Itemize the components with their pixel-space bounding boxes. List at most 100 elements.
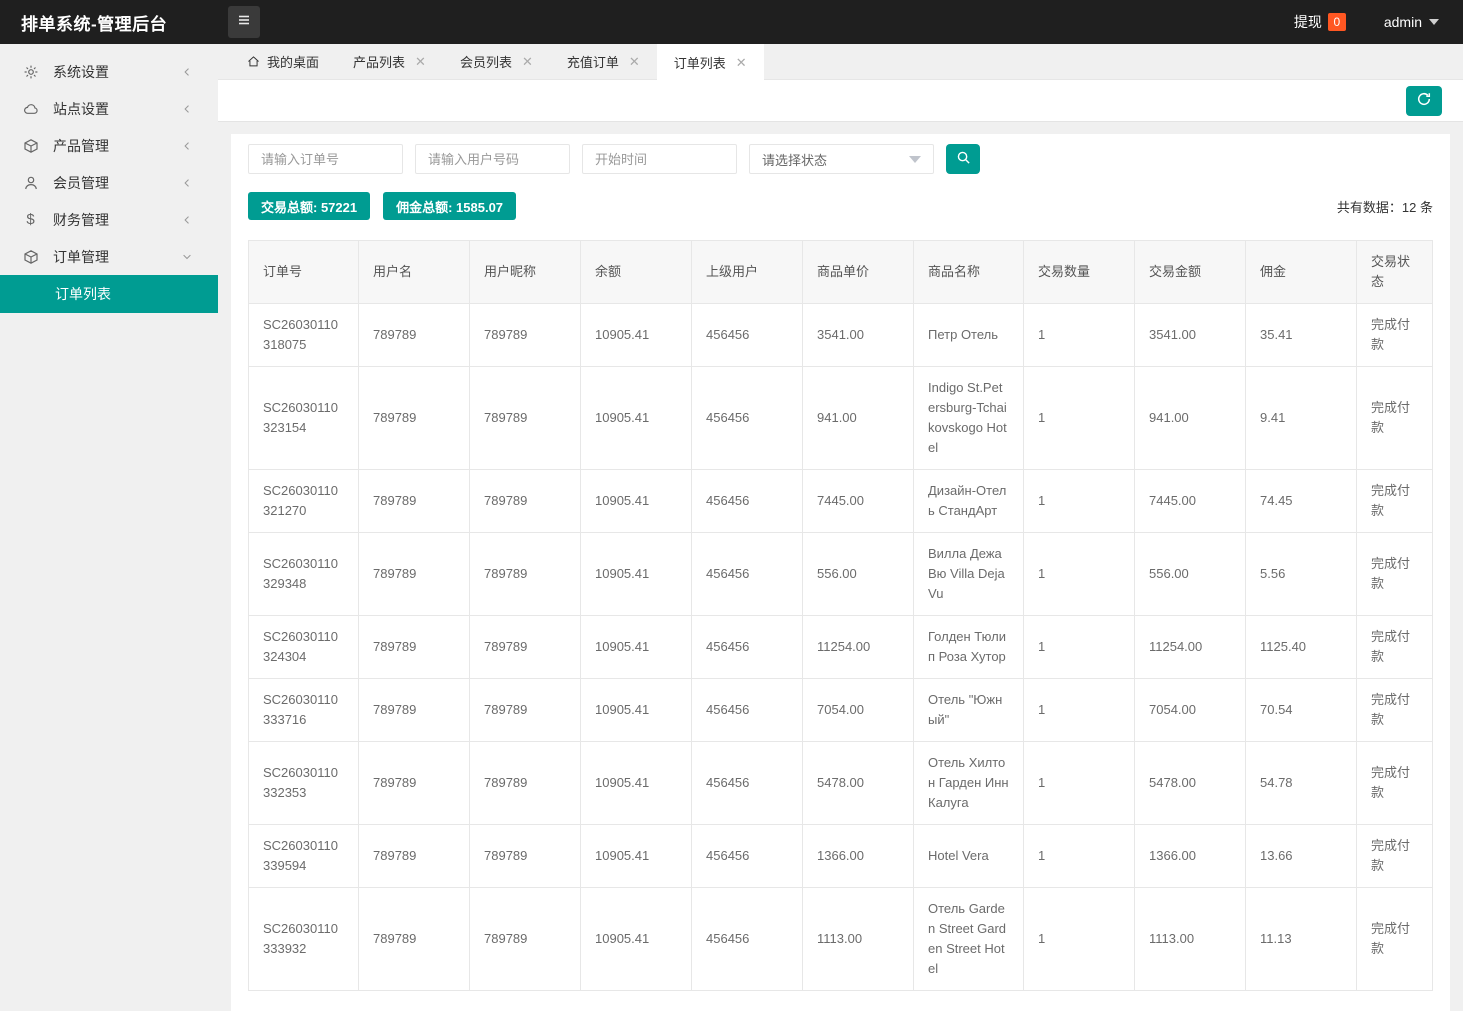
username: admin — [1384, 14, 1422, 30]
cell-username: 789789 — [359, 742, 470, 825]
cell-product-name: Петр Отель — [914, 304, 1024, 367]
top-bar: 排单系统-管理后台 提现 0 admin — [0, 0, 1463, 44]
cell-amount: 7445.00 — [1135, 470, 1246, 533]
cell-balance: 10905.41 — [581, 616, 692, 679]
table-row: SC26030110323154 789789 789789 10905.41 … — [249, 367, 1433, 470]
sidebar-item-site-settings[interactable]: 站点设置 — [0, 90, 218, 127]
cell-amount: 7054.00 — [1135, 679, 1246, 742]
tab-label: 充值订单 — [567, 52, 619, 71]
cell-commission: 35.41 — [1246, 304, 1357, 367]
tab-recharge-orders[interactable]: 充值订单 ✕ — [550, 44, 657, 79]
cell-unit-price: 3541.00 — [803, 304, 914, 367]
cell-balance: 10905.41 — [581, 304, 692, 367]
refresh-button[interactable] — [1406, 86, 1442, 116]
sidebar-item-label: 订单管理 — [53, 247, 181, 267]
tab-member-list[interactable]: 会员列表 ✕ — [443, 44, 550, 79]
sidebar-item-product-management[interactable]: 产品管理 — [0, 127, 218, 164]
cell-qty: 1 — [1024, 679, 1135, 742]
tab-bar: 我的桌面 产品列表 ✕ 会员列表 ✕ 充值订单 ✕ 订单列表 ✕ — [218, 44, 1463, 80]
withdraw-label: 提现 — [1294, 12, 1322, 32]
hamburger-icon — [236, 12, 252, 33]
cell-qty: 1 — [1024, 888, 1135, 991]
cell-username: 789789 — [359, 616, 470, 679]
chevron-down-icon — [909, 156, 921, 163]
search-button[interactable] — [946, 144, 980, 174]
user-number-input[interactable] — [415, 144, 570, 174]
status-select[interactable]: 请选择状态 — [749, 144, 934, 174]
col-status: 交易状态 — [1357, 241, 1433, 304]
withdraw-link[interactable]: 提现 0 — [1294, 12, 1346, 32]
cell-nickname: 789789 — [470, 304, 581, 367]
cell-amount: 941.00 — [1135, 367, 1246, 470]
tab-label: 订单列表 — [674, 53, 726, 72]
start-time-input[interactable] — [582, 144, 737, 174]
chevron-left-icon — [181, 140, 193, 152]
sidebar: 系统设置 站点设置 产品管理 会员管理 $ 财务管理 — [0, 44, 218, 876]
col-unit-price: 商品单价 — [803, 241, 914, 304]
cell-unit-price: 7445.00 — [803, 470, 914, 533]
cell-nickname: 789789 — [470, 616, 581, 679]
cell-username: 789789 — [359, 304, 470, 367]
cell-product-name: Отель "Южный" — [914, 679, 1024, 742]
col-nickname: 用户昵称 — [470, 241, 581, 304]
cell-status: 完成付款 — [1357, 533, 1433, 616]
table-row: SC26030110332353 789789 789789 10905.41 … — [249, 742, 1433, 825]
cell-amount: 1366.00 — [1135, 825, 1246, 888]
col-username: 用户名 — [359, 241, 470, 304]
cell-parent-user: 456456 — [692, 304, 803, 367]
main-area: 我的桌面 产品列表 ✕ 会员列表 ✕ 充值订单 ✕ 订单列表 ✕ — [218, 44, 1463, 876]
table-row: SC26030110329348 789789 789789 10905.41 … — [249, 533, 1433, 616]
tab-label: 我的桌面 — [267, 52, 319, 71]
cell-qty: 1 — [1024, 367, 1135, 470]
cell-qty: 1 — [1024, 304, 1135, 367]
menu-toggle-button[interactable] — [228, 6, 260, 38]
close-icon[interactable]: ✕ — [629, 55, 640, 68]
cell-unit-price: 556.00 — [803, 533, 914, 616]
cell-nickname: 789789 — [470, 825, 581, 888]
cell-amount: 556.00 — [1135, 533, 1246, 616]
cell-qty: 1 — [1024, 616, 1135, 679]
close-icon[interactable]: ✕ — [415, 55, 426, 68]
cell-amount: 5478.00 — [1135, 742, 1246, 825]
cell-commission: 54.78 — [1246, 742, 1357, 825]
close-icon[interactable]: ✕ — [522, 55, 533, 68]
cell-order-no: SC26030110321270 — [249, 470, 359, 533]
close-icon[interactable]: ✕ — [736, 56, 747, 69]
gear-icon — [22, 63, 39, 80]
record-count: 共有数据：12 条 — [1337, 197, 1433, 216]
sidebar-item-label: 站点设置 — [53, 99, 181, 119]
order-number-input[interactable] — [248, 144, 403, 174]
cell-status: 完成付款 — [1357, 470, 1433, 533]
cell-order-no: SC26030110339594 — [249, 825, 359, 888]
cube-icon — [22, 137, 39, 154]
cell-product-name: Вилла Дежа Вю Villa Deja Vu — [914, 533, 1024, 616]
cell-balance: 10905.41 — [581, 825, 692, 888]
tab-label: 产品列表 — [353, 52, 405, 71]
cell-nickname: 789789 — [470, 470, 581, 533]
sidebar-subitem-order-list[interactable]: 订单列表 — [0, 275, 218, 313]
cell-parent-user: 456456 — [692, 679, 803, 742]
cell-username: 789789 — [359, 888, 470, 991]
cell-parent-user: 456456 — [692, 888, 803, 991]
cell-amount: 11254.00 — [1135, 616, 1246, 679]
orders-table: 订单号 用户名 用户昵称 余额 上级用户 商品单价 商品名称 交易数量 交易金额… — [248, 240, 1433, 991]
sidebar-item-member-management[interactable]: 会员管理 — [0, 164, 218, 201]
tab-product-list[interactable]: 产品列表 ✕ — [336, 44, 443, 79]
app-title: 排单系统-管理后台 — [0, 10, 218, 35]
tab-my-desktop[interactable]: 我的桌面 — [230, 44, 336, 79]
chevron-down-icon — [1429, 19, 1439, 25]
withdraw-count-badge: 0 — [1328, 13, 1346, 31]
user-menu[interactable]: admin — [1384, 14, 1439, 30]
sidebar-item-label: 会员管理 — [53, 173, 181, 193]
sidebar-item-system-settings[interactable]: 系统设置 — [0, 53, 218, 90]
cell-order-no: SC26030110323154 — [249, 367, 359, 470]
sidebar-item-order-management[interactable]: 订单管理 — [0, 238, 218, 275]
chevron-left-icon — [181, 66, 193, 78]
tab-label: 会员列表 — [460, 52, 512, 71]
cell-commission: 70.54 — [1246, 679, 1357, 742]
cell-status: 完成付款 — [1357, 367, 1433, 470]
sidebar-item-finance-management[interactable]: $ 财务管理 — [0, 201, 218, 238]
tab-order-list[interactable]: 订单列表 ✕ — [657, 44, 764, 80]
status-select-value: 请选择状态 — [762, 150, 827, 169]
cell-order-no: SC26030110333932 — [249, 888, 359, 991]
